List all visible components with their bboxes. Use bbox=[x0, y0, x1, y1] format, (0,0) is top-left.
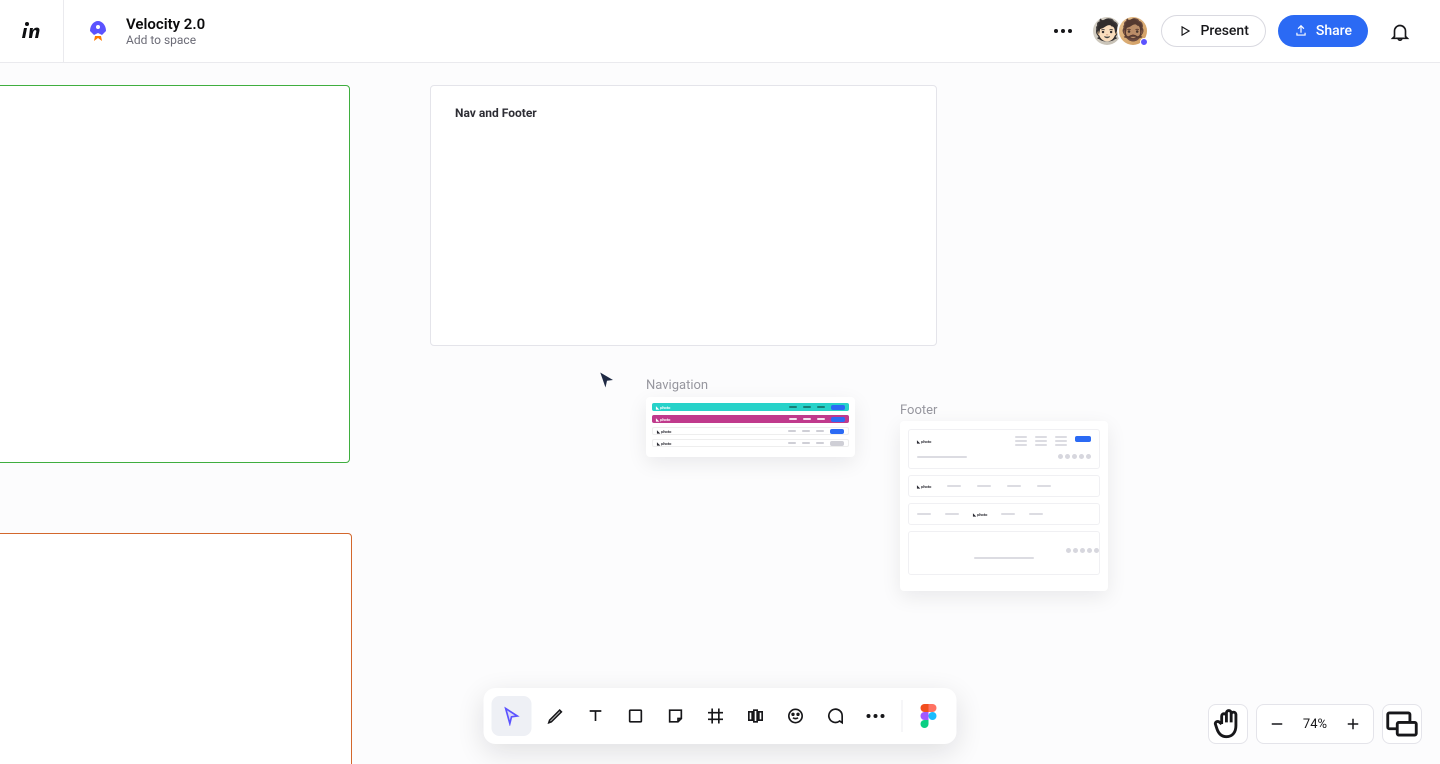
tool-comment[interactable] bbox=[816, 696, 856, 736]
invision-logo[interactable] bbox=[0, 0, 64, 63]
tool-figma-import[interactable] bbox=[909, 696, 949, 736]
project-text: Velocity 2.0 Add to space bbox=[126, 15, 205, 47]
project-info[interactable]: Velocity 2.0 Add to space bbox=[64, 15, 205, 47]
collaborator-avatars[interactable]: 🧑🏻 🧔🏽 bbox=[1091, 15, 1149, 47]
tool-text[interactable] bbox=[576, 696, 616, 736]
tool-align[interactable] bbox=[736, 696, 776, 736]
align-icon bbox=[746, 706, 766, 726]
tool-rectangle[interactable] bbox=[616, 696, 656, 736]
zoom-fit-button[interactable] bbox=[1382, 704, 1422, 744]
figma-icon bbox=[921, 704, 937, 728]
tool-select[interactable] bbox=[492, 696, 532, 736]
tool-hand[interactable] bbox=[1208, 704, 1248, 744]
present-button-label: Present bbox=[1200, 23, 1248, 39]
tool-frame[interactable] bbox=[696, 696, 736, 736]
header-more-button[interactable] bbox=[1047, 15, 1079, 47]
zoom-controls: 74% bbox=[1208, 704, 1422, 744]
frame-title: Nav and Footer bbox=[455, 106, 912, 120]
zoom-level[interactable]: 74% bbox=[1297, 717, 1333, 732]
avatar-user-2[interactable]: 🧔🏽 bbox=[1117, 15, 1149, 47]
hand-icon bbox=[1209, 705, 1247, 743]
text-icon bbox=[586, 706, 606, 726]
minus-icon bbox=[1268, 715, 1286, 733]
bell-icon bbox=[1389, 20, 1411, 42]
square-icon bbox=[626, 706, 646, 726]
footer-variant-1: ◣ photo bbox=[908, 429, 1100, 469]
app-header: Velocity 2.0 Add to space 🧑🏻 🧔🏽 Present … bbox=[0, 0, 1440, 63]
frame-nav-and-footer[interactable]: Nav and Footer bbox=[430, 85, 937, 346]
zoom-out-button[interactable] bbox=[1257, 704, 1297, 744]
share-button[interactable]: Share bbox=[1278, 15, 1368, 47]
project-title: Velocity 2.0 bbox=[126, 15, 205, 33]
notifications-button[interactable] bbox=[1380, 11, 1420, 51]
thumbnail-footer[interactable]: ◣ photo ◣ photo ◣ photo bbox=[900, 421, 1108, 591]
comment-icon bbox=[826, 706, 846, 726]
ellipsis-icon bbox=[867, 714, 885, 718]
canvas-label-navigation[interactable]: Navigation bbox=[646, 378, 708, 393]
footer-variant-4 bbox=[908, 531, 1100, 575]
pencil-icon bbox=[546, 706, 566, 726]
footer-variant-3: ◣ photo bbox=[908, 503, 1100, 525]
nav-variant-3: ◣ photo bbox=[652, 427, 849, 435]
nav-variant-2: ◣ photo bbox=[652, 415, 849, 423]
frame-selected-green[interactable] bbox=[0, 85, 350, 463]
share-icon bbox=[1294, 24, 1308, 38]
toolbar-separator bbox=[902, 700, 903, 732]
cursor-icon bbox=[502, 706, 522, 726]
presence-indicator bbox=[1140, 38, 1148, 46]
footer-variant-2: ◣ photo bbox=[908, 475, 1100, 497]
project-subtitle[interactable]: Add to space bbox=[126, 33, 205, 47]
zoom-group: 74% bbox=[1256, 704, 1374, 744]
tool-sticky[interactable] bbox=[656, 696, 696, 736]
fit-screen-icon bbox=[1383, 705, 1421, 743]
frame-selected-orange[interactable] bbox=[0, 533, 352, 764]
zoom-in-button[interactable] bbox=[1333, 704, 1373, 744]
sticky-note-icon bbox=[666, 706, 686, 726]
invision-logo-icon bbox=[20, 19, 44, 43]
plus-icon bbox=[1344, 715, 1362, 733]
tool-stamp[interactable] bbox=[776, 696, 816, 736]
share-button-label: Share bbox=[1316, 23, 1352, 39]
present-button[interactable]: Present bbox=[1161, 15, 1265, 47]
sticker-icon bbox=[786, 706, 806, 726]
collaborator-cursor bbox=[598, 371, 616, 389]
frame-icon bbox=[706, 706, 726, 726]
project-rocket-icon bbox=[82, 15, 114, 47]
tool-pencil[interactable] bbox=[536, 696, 576, 736]
thumbnail-navigation[interactable]: ◣ photo ◣ photo ◣ photo ◣ photo bbox=[646, 397, 855, 457]
nav-variant-4: ◣ photo bbox=[652, 439, 849, 447]
ellipsis-icon bbox=[1054, 29, 1072, 33]
play-icon bbox=[1178, 24, 1192, 38]
tool-more[interactable] bbox=[856, 696, 896, 736]
bottom-toolbar bbox=[484, 688, 957, 744]
canvas-label-footer[interactable]: Footer bbox=[900, 403, 937, 418]
header-right: 🧑🏻 🧔🏽 Present Share bbox=[1047, 11, 1440, 51]
canvas[interactable]: Nav and Footer Navigation ◣ photo ◣ phot… bbox=[0, 63, 1440, 764]
nav-variant-1: ◣ photo bbox=[652, 403, 849, 411]
